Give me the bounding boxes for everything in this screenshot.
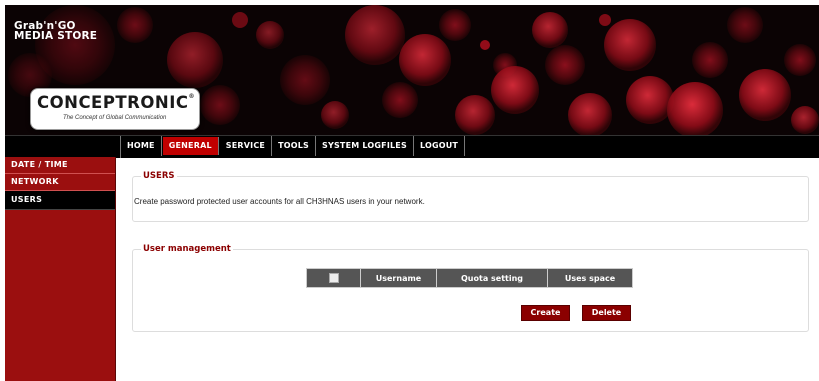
users-section: USERS Create password protected user acc… — [132, 171, 809, 222]
select-all-checkbox[interactable] — [328, 273, 339, 283]
logo-wordmark: CONCEPTRONIC® — [37, 93, 195, 112]
users-description: Create password protected user accounts … — [134, 197, 425, 206]
header-banner: Grab'n'GO MEDIA STORE CONCEPTRONIC® The … — [5, 5, 819, 135]
users-section-title: USERS — [141, 171, 177, 181]
sidebar-item-users[interactable]: USERS — [5, 191, 115, 210]
create-button[interactable]: Create — [521, 305, 570, 321]
user-management-title: User management — [141, 244, 233, 254]
nav-logout[interactable]: LOGOUT — [414, 136, 466, 156]
column-username[interactable]: Username — [360, 268, 437, 288]
main-navbar: HOME GENERAL SERVICE TOOLS SYSTEM LOGFIL… — [5, 135, 819, 158]
brand-title: Grab'n'GO MEDIA STORE — [14, 21, 98, 42]
brand-line2: MEDIA STORE — [14, 30, 98, 42]
main-nav: HOME GENERAL SERVICE TOOLS SYSTEM LOGFIL… — [120, 136, 466, 158]
logo-tagline: The Concept of Global Communication — [63, 115, 167, 121]
logo-text: CONCEPTRONIC — [37, 93, 189, 112]
user-management-section: User management Username Quota setting U… — [132, 244, 809, 332]
column-quota-setting[interactable]: Quota setting — [436, 268, 548, 288]
nav-service[interactable]: SERVICE — [220, 136, 273, 156]
column-uses-space[interactable]: Uses space — [547, 268, 633, 288]
sidebar-item-network[interactable]: NETWORK — [5, 174, 115, 191]
sidebar-item-date-time[interactable]: DATE / TIME — [5, 157, 115, 174]
select-all-cell — [306, 268, 361, 288]
conceptronic-logo: CONCEPTRONIC® The Concept of Global Comm… — [30, 88, 200, 130]
nav-system-logfiles[interactable]: SYSTEM LOGFILES — [316, 136, 414, 156]
users-table: Username Quota setting Uses space — [306, 268, 633, 288]
nav-home[interactable]: HOME — [121, 136, 162, 156]
nav-general[interactable]: GENERAL — [162, 137, 219, 155]
users-table-header: Username Quota setting Uses space — [306, 268, 633, 288]
delete-button[interactable]: Delete — [582, 305, 631, 321]
nav-tools[interactable]: TOOLS — [272, 136, 316, 156]
sidebar: DATE / TIME NETWORK USERS — [5, 157, 116, 381]
logo-registered-mark: ® — [188, 93, 195, 100]
